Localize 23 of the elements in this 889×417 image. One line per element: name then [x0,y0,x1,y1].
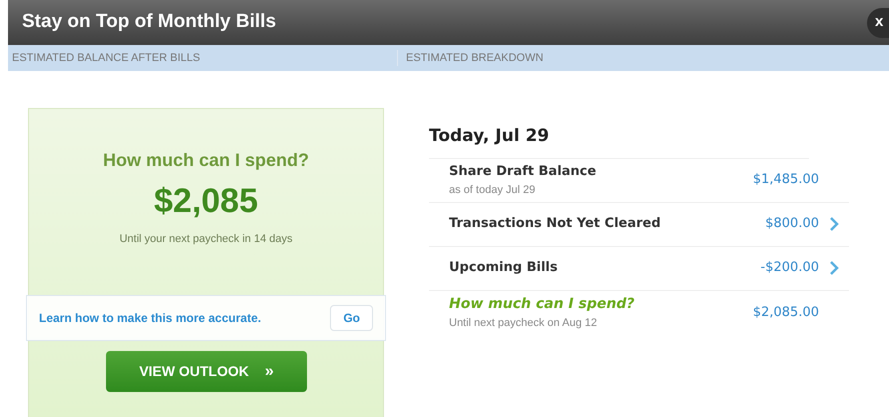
row-label: Upcoming Bills [449,259,559,278]
tip-link[interactable]: Learn how to make this more accurate. [39,309,262,327]
window-title: Stay on Top of Monthly Bills [22,10,276,34]
row-amount: -$200.00 [760,259,819,278]
view-outlook-button[interactable]: VIEW OUTLOOK » [106,351,307,392]
close-button[interactable]: x [867,8,889,38]
section-header: ESTIMATED BALANCE AFTER BILLS [11,50,202,66]
chevron-icon[interactable] [829,261,839,275]
summary-question: How much can I spend? [102,149,310,172]
row-sublabel: Until next paycheck on Aug 12 [449,316,598,331]
section-header: ESTIMATED BREAKDOWN [397,50,544,66]
go-button[interactable]: Go [330,305,373,331]
row-label: Transactions Not Yet Cleared [449,215,662,234]
row-label: How much can I spend? [449,294,636,314]
summary-amount: $2,085 [154,181,258,222]
row-amount: $2,085.00 [752,304,819,322]
row-amount: $1,485.00 [752,171,819,190]
row-label: Share Draft Balance [449,163,598,181]
summary-note: Until your next paycheck in 14 days [119,232,293,247]
date-heading: Today, Jul 29 [429,124,809,158]
chevron-icon[interactable] [829,217,839,231]
row-amount: $800.00 [764,215,819,234]
row-sublabel: as of today Jul 29 [449,182,536,198]
